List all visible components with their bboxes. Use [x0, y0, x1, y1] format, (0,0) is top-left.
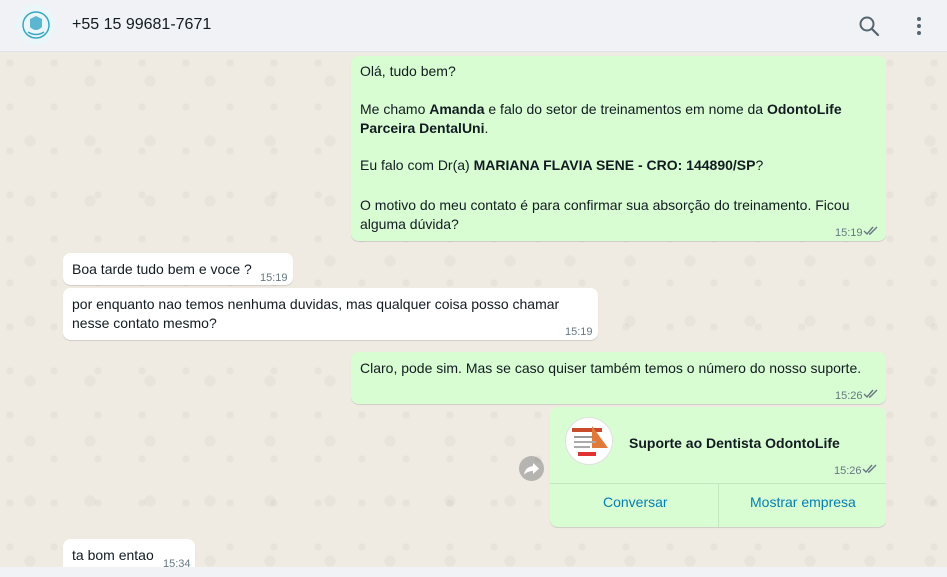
message-incoming[interactable]: ta bom entao 15:34	[63, 539, 195, 570]
message-text: Claro, pode sim. Mas se caso quiser tamb…	[360, 360, 862, 376]
chat-button[interactable]: Conversar	[603, 494, 668, 510]
contact-name[interactable]: +55 15 99681-7671	[72, 16, 211, 34]
contact-card-avatar[interactable]	[565, 417, 613, 465]
avatar-logo-icon	[16, 5, 56, 45]
message-line: Eu falo com Dr(a) MARIANA FLAVIA SENE - …	[360, 157, 764, 173]
message-line: Me chamo Amanda e falo do setor de trein…	[360, 101, 842, 117]
read-ticks-icon	[862, 464, 877, 474]
contact-avatar[interactable]	[16, 5, 56, 45]
message-line: nesse contato mesmo?	[72, 315, 217, 331]
more-vert-icon[interactable]	[907, 14, 931, 38]
message-text: Boa tarde tudo bem e voce ?	[72, 261, 252, 277]
message-incoming[interactable]: Boa tarde tudo bem e voce ? 15:19	[63, 253, 293, 285]
message-time: 15:26	[835, 390, 863, 402]
chat-header: +55 15 99681-7671	[0, 0, 947, 52]
composer-area[interactable]	[0, 567, 947, 577]
message-line: O motivo do meu contato é para confirmar…	[360, 197, 850, 213]
message-line: por enquanto nao temos nenhuma duvidas, …	[72, 296, 560, 312]
read-ticks-icon	[863, 389, 878, 399]
message-incoming[interactable]: por enquanto nao temos nenhuma duvidas, …	[63, 288, 598, 340]
read-ticks-icon	[863, 226, 878, 236]
message-line: alguma dúvida?	[360, 216, 459, 232]
forward-icon	[524, 463, 539, 475]
message-line: Parceira DentalUni.	[360, 120, 489, 136]
message-text: ta bom entao	[72, 547, 154, 563]
search-icon[interactable]	[857, 14, 881, 38]
message-time: 15:19	[565, 326, 593, 338]
message-time: 15:19	[260, 272, 288, 284]
support-logo-icon	[572, 426, 608, 456]
view-business-button[interactable]: Mostrar empresa	[750, 494, 856, 510]
card-vertical-divider	[718, 484, 719, 527]
contact-card-name: Suporte ao Dentista OdontoLife	[629, 435, 840, 451]
forward-button[interactable]	[519, 456, 544, 481]
message-outgoing[interactable]: Olá, tudo bem? Me chamo Amanda e falo do…	[351, 56, 886, 241]
message-outgoing[interactable]: Claro, pode sim. Mas se caso quiser tamb…	[351, 352, 886, 404]
message-time: 15:26	[834, 465, 862, 477]
message-time: 15:19	[835, 227, 863, 239]
message-line: Olá, tudo bem?	[360, 63, 456, 79]
